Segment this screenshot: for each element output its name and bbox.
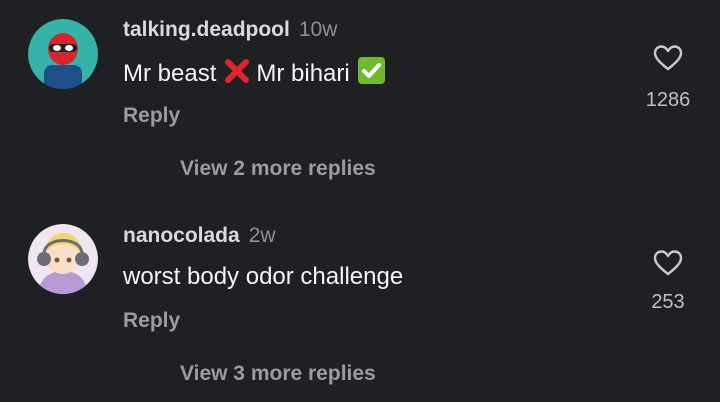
- reply-button[interactable]: Reply: [123, 309, 180, 333]
- avatar[interactable]: [28, 19, 98, 89]
- comment-text-part: Mr beast: [123, 60, 217, 87]
- username-text[interactable]: nanocolada: [123, 224, 240, 247]
- heart-icon[interactable]: [653, 44, 683, 72]
- anime-girl-avatar-icon: [28, 224, 98, 294]
- username[interactable]: talking.deadpool 10w: [123, 18, 337, 42]
- view-more-replies-button[interactable]: View 3 more replies: [180, 362, 376, 386]
- reply-button[interactable]: Reply: [123, 104, 180, 128]
- cross-mark-icon: [224, 58, 250, 91]
- timestamp: 2w: [248, 224, 276, 247]
- username[interactable]: nanocolada 2w: [123, 224, 276, 248]
- avatar[interactable]: [28, 224, 98, 294]
- deadpool-avatar-icon: [28, 19, 98, 89]
- like-count: 253: [651, 291, 685, 313]
- heart-icon[interactable]: [653, 249, 683, 277]
- comment-text: worst body odor challenge: [123, 263, 404, 290]
- like-button[interactable]: 253: [638, 249, 698, 314]
- comment-text: Mr beast Mr bihari: [123, 57, 385, 91]
- like-button[interactable]: 1286: [638, 44, 698, 112]
- like-count: 1286: [645, 89, 691, 111]
- comment-text-part: Mr bihari: [256, 60, 350, 87]
- timestamp: 10w: [298, 18, 338, 41]
- username-text[interactable]: talking.deadpool: [123, 18, 290, 41]
- check-mark-icon: [357, 57, 385, 91]
- view-more-replies-button[interactable]: View 2 more replies: [180, 157, 376, 181]
